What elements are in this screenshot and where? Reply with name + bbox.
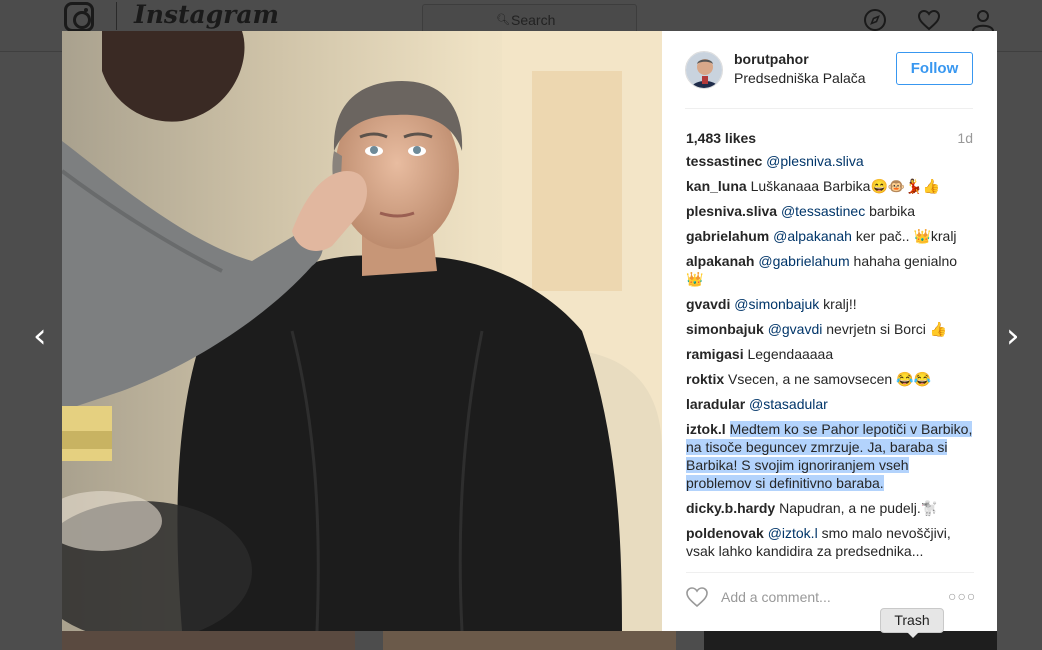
comment-item: poldenovak @iztok.l smo malo nevoščjivi,… xyxy=(686,524,976,560)
thumbnail[interactable] xyxy=(62,631,355,650)
comment-username[interactable]: gabrielahum xyxy=(686,228,769,244)
trash-tooltip: Trash xyxy=(880,608,944,638)
comment-text: nevrjetn si Borci 👍 xyxy=(822,321,948,337)
comment-username[interactable]: simonbajuk xyxy=(686,321,764,337)
comment-item: plesniva.sliva @tessastinec barbika xyxy=(686,202,976,220)
comment-scroll: tessastinec @plesniva.sliva kan_luna Lušk… xyxy=(686,156,976,564)
comment-item: ramigasi Legendaaaaa xyxy=(686,345,976,363)
like-heart-icon[interactable] xyxy=(685,586,709,608)
comment-text: Luškanaaa Barbika😄🐵💃👍 xyxy=(750,178,941,194)
comment-text: Legendaaaaa xyxy=(747,346,834,362)
comment-item: iztok.l Medtem ko se Pahor lepotiči v Ba… xyxy=(686,420,976,492)
add-comment-input[interactable]: Add a comment... xyxy=(721,589,831,605)
thumbnail[interactable] xyxy=(704,631,997,650)
comment-username[interactable]: plesniva.sliva xyxy=(686,203,777,219)
comment-username[interactable]: gvavdi xyxy=(686,296,730,312)
comment-mention[interactable]: @simonbajuk xyxy=(734,296,819,312)
author-username[interactable]: borutpahor xyxy=(734,51,809,67)
avatar[interactable] xyxy=(685,51,723,89)
comment-mention[interactable]: @gabrielahum xyxy=(758,253,849,269)
logo-divider xyxy=(116,2,117,30)
comment-mention[interactable]: @alpakanah xyxy=(773,228,852,244)
comment-username[interactable]: kan_luna xyxy=(686,178,747,194)
comment-item: dicky.b.hardy Napudran, a ne pudelj.🐩 xyxy=(686,499,976,517)
comment-username[interactable]: tessastinec xyxy=(686,156,762,169)
previous-post-arrow[interactable]: ‹ xyxy=(33,316,47,356)
search-input[interactable]: 🔍︎ Search xyxy=(422,4,637,34)
comment-mention[interactable]: @gvavdi xyxy=(768,321,823,337)
comment-text: ker pač.. 👑kralj xyxy=(851,228,957,244)
heart-icon[interactable] xyxy=(917,8,941,32)
comment-text: Napudran, a ne pudelj.🐩 xyxy=(779,500,939,516)
comment-username[interactable]: poldenovak xyxy=(686,525,764,541)
post-modal: borutpahor Predsedniška Palača Follow 1,… xyxy=(62,31,997,631)
next-post-arrow[interactable]: › xyxy=(1006,316,1020,356)
search-placeholder: Search xyxy=(511,12,556,28)
footer-divider xyxy=(686,572,974,573)
post-sidebar: borutpahor Predsedniška Palača Follow 1,… xyxy=(662,31,997,631)
comment-mention[interactable]: @iztok.l xyxy=(768,525,818,541)
comment-mention[interactable]: @tessastinec xyxy=(781,203,865,219)
post-header: borutpahor Predsedniška Palača Follow xyxy=(685,51,973,109)
comment-item: roktix Vsecen, a ne samovsecen 😂😂 xyxy=(686,370,976,388)
instagram-wordmark[interactable]: Instagram xyxy=(134,0,279,29)
post-photo[interactable] xyxy=(62,31,662,631)
comments-list[interactable]: tessastinec @plesniva.sliva kan_luna Lušk… xyxy=(686,156,976,564)
comment-username[interactable]: roktix xyxy=(686,371,724,387)
comment-item: kan_luna Luškanaaa Barbika😄🐵💃👍 xyxy=(686,177,976,195)
compass-icon[interactable] xyxy=(863,8,887,32)
comment-text: barbika xyxy=(865,203,916,219)
comment-item: gabrielahum @alpakanah ker pač.. 👑kralj xyxy=(686,227,976,245)
comment-username[interactable]: laradular xyxy=(686,396,745,412)
search-icon: 🔍︎ xyxy=(496,14,510,26)
user-icon[interactable] xyxy=(971,8,995,32)
comment-username[interactable]: ramigasi xyxy=(686,346,744,362)
more-options-button[interactable]: ○○○ xyxy=(948,588,976,604)
comment-text: kralj!! xyxy=(819,296,857,312)
comment-username[interactable]: alpakanah xyxy=(686,253,754,269)
comment-text: Vsecen, a ne samovsecen 😂😂 xyxy=(728,371,931,387)
author-location[interactable]: Predsedniška Palača xyxy=(734,70,866,86)
post-age[interactable]: 1d xyxy=(957,130,973,146)
photo-illustration xyxy=(62,31,662,631)
comment-text: Medtem ko se Pahor lepotiči v Barbiko, n… xyxy=(686,421,973,491)
comment-item: simonbajuk @gvavdi nevrjetn si Borci 👍 xyxy=(686,320,976,338)
instagram-camera-icon[interactable] xyxy=(64,2,94,32)
comment-item: laradular @stasadular xyxy=(686,395,976,413)
comment-username[interactable]: dicky.b.hardy xyxy=(686,500,775,516)
thumbnail[interactable] xyxy=(383,631,676,650)
comment-mention[interactable]: @stasadular xyxy=(749,396,828,412)
likes-count[interactable]: 1,483 likes xyxy=(686,130,756,146)
comment-item: alpakanah @gabrielahum hahaha genialno 👑 xyxy=(686,252,976,288)
follow-button[interactable]: Follow xyxy=(896,52,973,85)
comment-mention[interactable]: @plesniva.sliva xyxy=(766,156,863,169)
comment-username[interactable]: iztok.l xyxy=(686,421,726,437)
comment-item: gvavdi @simonbajuk kralj!! xyxy=(686,295,976,313)
background-thumbnails xyxy=(62,631,997,650)
comment-item: tessastinec @plesniva.sliva xyxy=(686,156,976,170)
